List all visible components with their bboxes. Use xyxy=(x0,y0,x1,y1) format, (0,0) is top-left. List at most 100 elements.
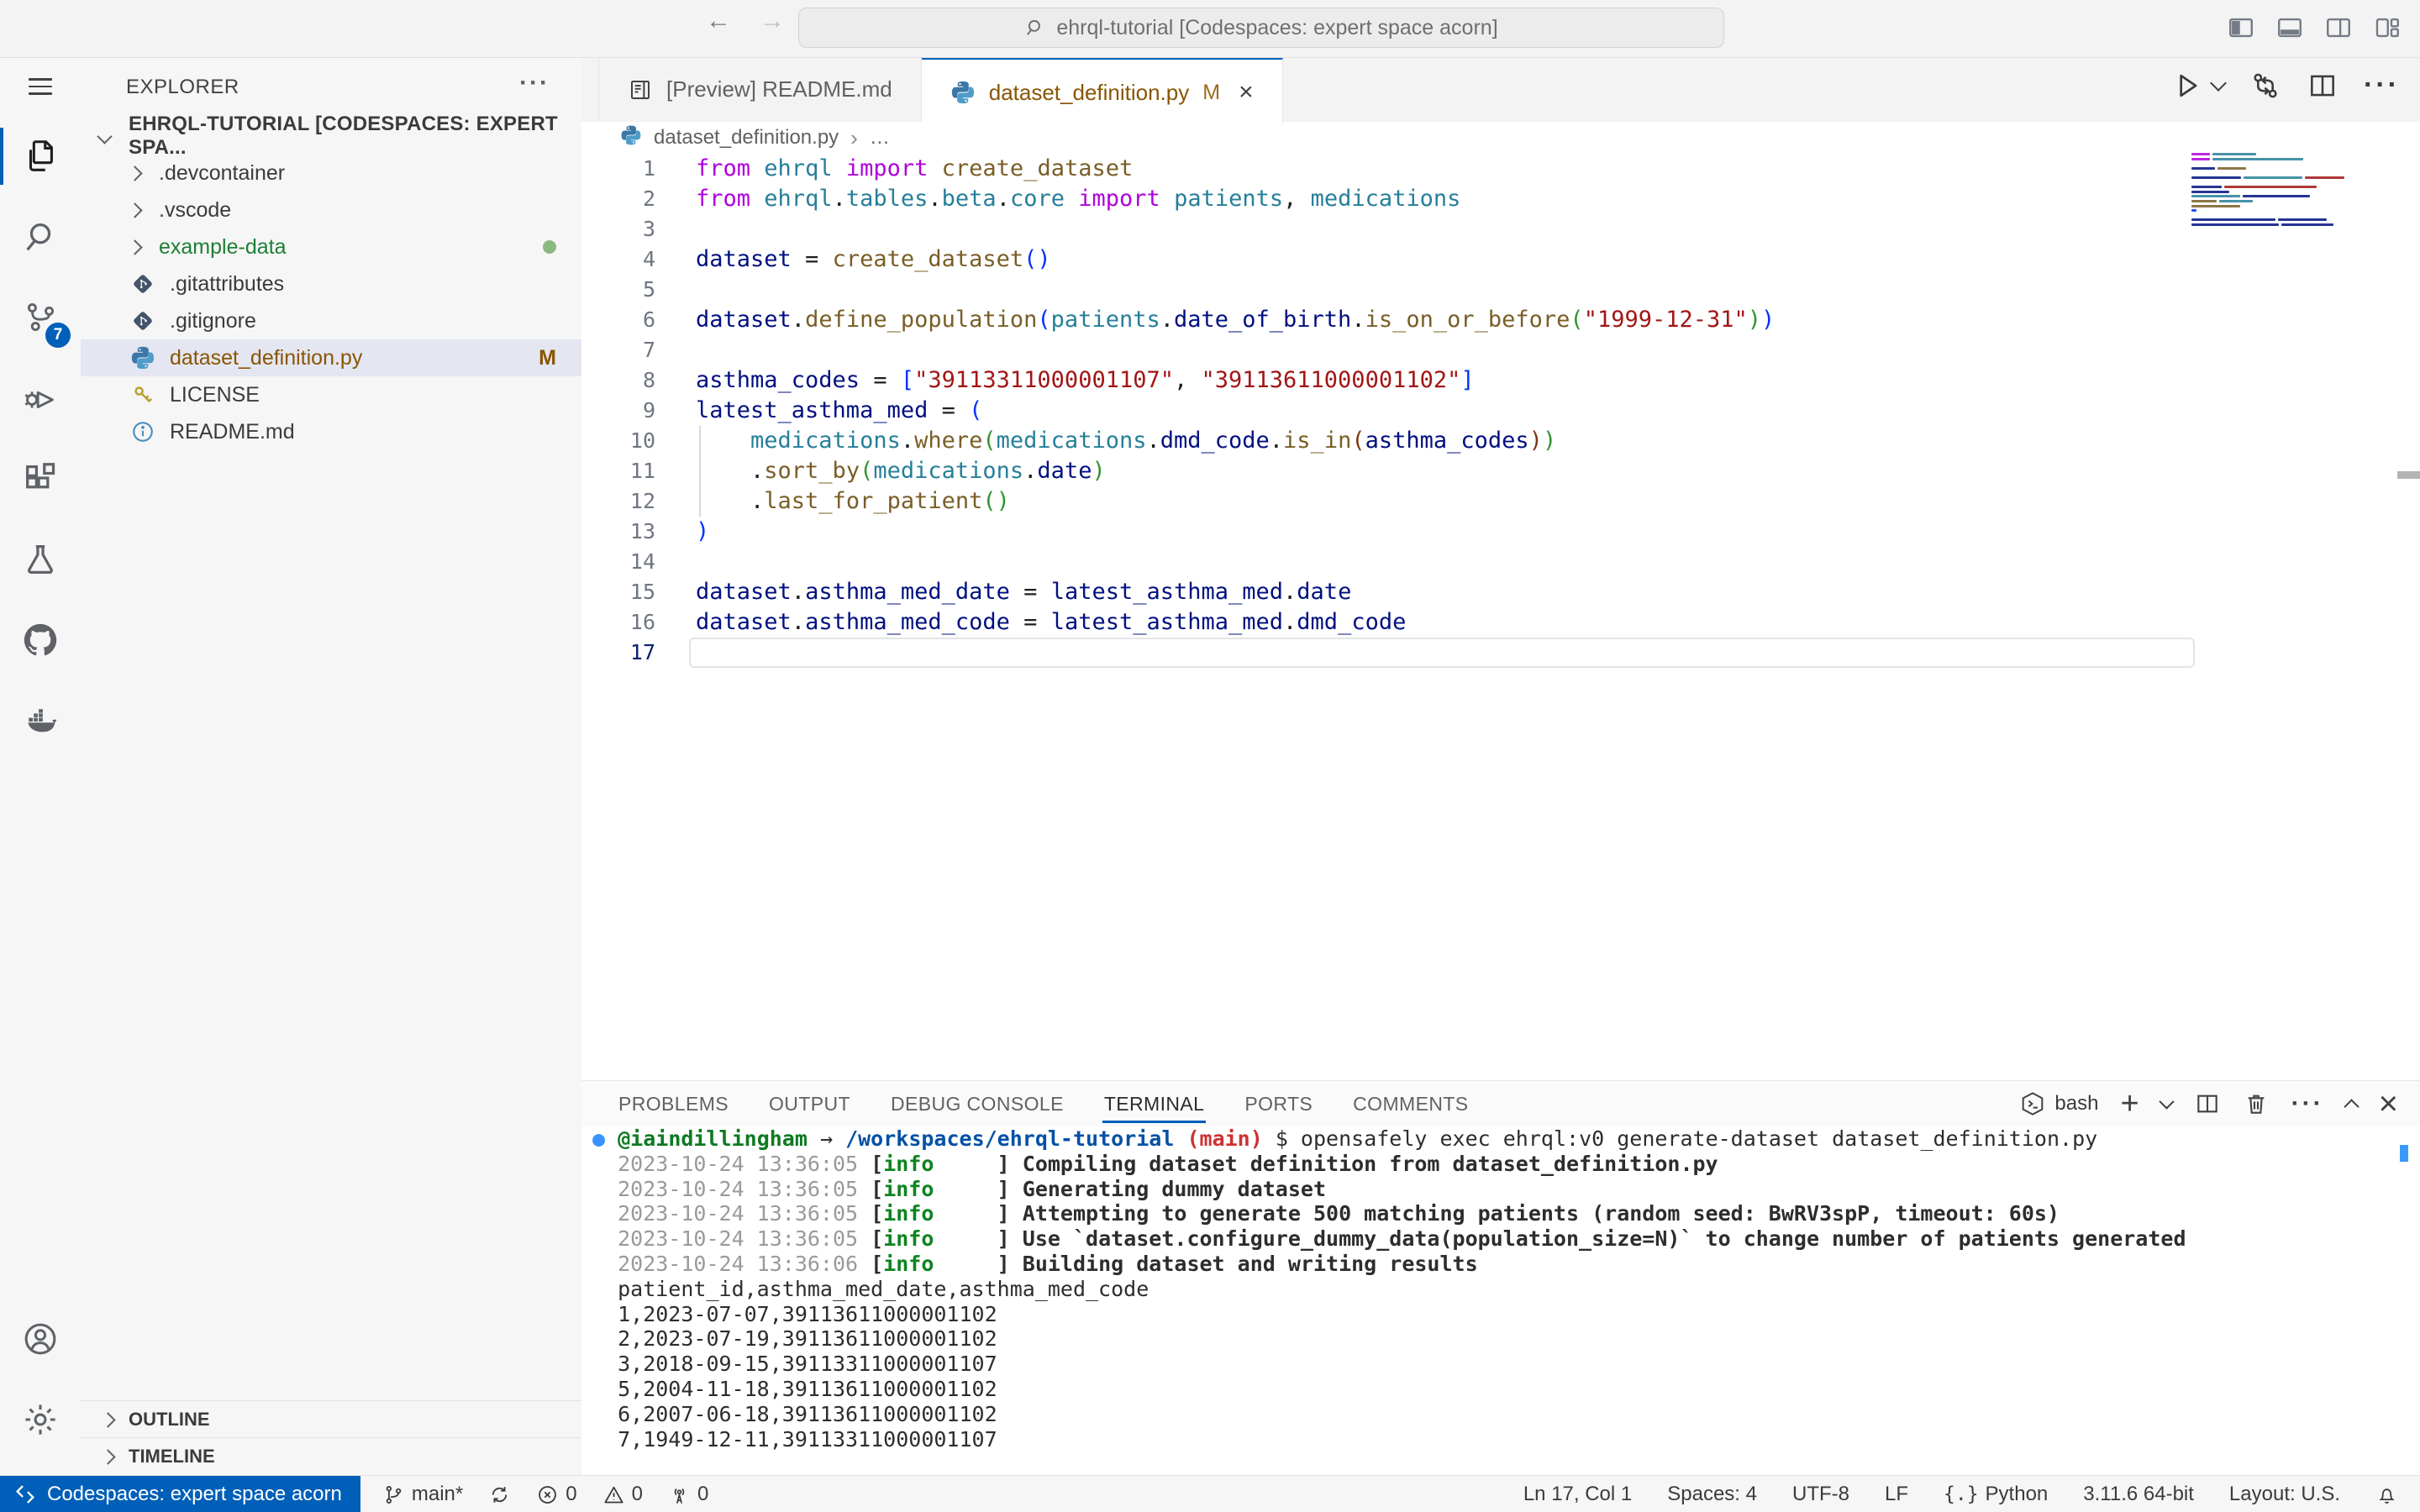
toggle-secondary-sidebar-icon[interactable] xyxy=(2324,13,2353,42)
run-dropdown-chevron-icon[interactable] xyxy=(2210,75,2227,92)
tree-item-ehrql-tutorial-codespaces-expert-spa[interactable]: EHRQL-TUTORIAL [CODESPACES: EXPERT SPA..… xyxy=(81,118,581,155)
status-indentation[interactable]: Spaces: 4 xyxy=(1667,1483,1757,1506)
nav-back-button[interactable]: ← xyxy=(706,7,731,35)
run-python-file-button[interactable] xyxy=(2170,70,2202,102)
status-language[interactable]: {.}Python xyxy=(1944,1483,2048,1506)
status-ports[interactable]: 0 xyxy=(668,1483,708,1506)
activity-bar-item-run-debug[interactable] xyxy=(0,358,81,438)
status-interpreter-label: 3.11.6 64-bit xyxy=(2083,1483,2194,1506)
close-panel-icon[interactable]: × xyxy=(2379,1087,2398,1121)
tab-preview-readme-md[interactable]: [Preview] README.md xyxy=(598,57,922,122)
tree-item-license[interactable]: LICENSE xyxy=(81,376,581,413)
breadcrumb[interactable]: dataset_definition.py › … xyxy=(581,122,2420,154)
panel-tab-terminal[interactable]: TERMINAL xyxy=(1084,1081,1225,1126)
command-center-search[interactable]: ehrql-tutorial [Codespaces: expert space… xyxy=(798,8,1724,48)
explorer-actions-button[interactable]: ··· xyxy=(519,69,550,97)
line-number: 7 xyxy=(581,335,655,365)
activity-bar-item-account[interactable] xyxy=(0,1299,81,1379)
panel-tab-ports[interactable]: PORTS xyxy=(1224,1081,1333,1126)
application-menu-button[interactable] xyxy=(29,57,52,116)
github-icon xyxy=(21,621,60,659)
tree-item-devcontainer[interactable]: .devcontainer xyxy=(81,155,581,192)
split-editor-icon[interactable] xyxy=(2307,70,2338,102)
code-line-17: 17 xyxy=(581,638,2420,668)
activity-bar-item-extensions[interactable] xyxy=(0,438,81,519)
open-changes-icon[interactable] xyxy=(2249,70,2281,102)
status-errors[interactable]: 0 xyxy=(536,1483,576,1506)
tree-item-vscode[interactable]: .vscode xyxy=(81,192,581,228)
git-file-icon xyxy=(129,270,156,297)
panel-tab-problems[interactable]: PROBLEMS xyxy=(598,1081,749,1126)
code-line-7: 7 xyxy=(581,335,2420,365)
braces-icon: {.} xyxy=(1944,1483,1979,1505)
tree-item-gitattributes[interactable]: .gitattributes xyxy=(81,265,581,302)
tree-item-example-data[interactable]: example-data xyxy=(81,228,581,265)
tab-dataset-definition-py[interactable]: dataset_definition.pyM× xyxy=(922,57,1283,125)
code-text: medications.where(medications.dmd_code.i… xyxy=(655,426,1556,456)
terminal-icon xyxy=(2019,1090,2046,1117)
python-icon xyxy=(950,80,976,105)
bottom-panel: PROBLEMSOUTPUTDEBUG CONSOLETERMINALPORTS… xyxy=(581,1080,2420,1476)
terminal-scrollbar[interactable] xyxy=(2400,1145,2408,1162)
activity-bar-item-docker[interactable] xyxy=(0,680,81,761)
terminal-profile[interactable]: bash xyxy=(2019,1090,2098,1117)
new-terminal-icon[interactable]: + xyxy=(2120,1086,2139,1122)
activity-bar-item-search[interactable] xyxy=(0,197,81,277)
line-number: 12 xyxy=(581,486,655,517)
nav-forward-button[interactable]: → xyxy=(760,7,785,35)
git-modified-badge: M xyxy=(539,346,556,370)
status-errors-label: 0 xyxy=(566,1483,576,1506)
breadcrumb-more[interactable]: … xyxy=(870,126,890,150)
line-number: 4 xyxy=(581,244,655,275)
line-number: 13 xyxy=(581,517,655,547)
timeline-section[interactable]: TIMELINE xyxy=(81,1437,581,1475)
kill-terminal-icon[interactable] xyxy=(2243,1090,2270,1117)
chevron-right-icon xyxy=(127,165,142,181)
panel-more-actions-icon[interactable]: ··· xyxy=(2291,1089,2324,1118)
more-actions-icon[interactable]: ··· xyxy=(2364,69,2400,102)
info-file-icon xyxy=(129,418,156,445)
remote-indicator[interactable]: Codespaces: expert space acorn xyxy=(0,1476,360,1512)
tree-item-readme-md[interactable]: README.md xyxy=(81,413,581,450)
status-cursor-position[interactable]: Ln 17, Col 1 xyxy=(1523,1483,1632,1506)
tree-item-label: .gitattributes xyxy=(170,272,284,297)
tree-item-label: .devcontainer xyxy=(159,161,285,186)
customize-layout-icon[interactable] xyxy=(2373,13,2402,42)
minimap[interactable] xyxy=(2191,153,2344,213)
code-editor[interactable]: 1from ehrql import create_dataset2from e… xyxy=(581,154,2420,1080)
status-warnings[interactable]: 0 xyxy=(602,1483,643,1506)
split-terminal-icon[interactable] xyxy=(2194,1090,2221,1117)
activity-bar-item-testing[interactable] xyxy=(0,519,81,600)
panel-tab-output[interactable]: OUTPUT xyxy=(749,1081,871,1126)
editor-tab-bar: [Preview] README.mddataset_definition.py… xyxy=(581,57,2420,123)
explorer-sidebar: EXPLORER ··· EHRQL-TUTORIAL [CODESPACES:… xyxy=(81,57,582,1475)
panel-tab-comments[interactable]: COMMENTS xyxy=(1333,1081,1488,1126)
status-eol[interactable]: LF xyxy=(1885,1483,1908,1506)
toggle-sidebar-icon[interactable] xyxy=(2227,13,2255,42)
activity-bar-item-explorer[interactable] xyxy=(0,116,81,197)
status-keyboard-layout[interactable]: Layout: U.S. xyxy=(2229,1483,2340,1506)
activity-bar-item-source-control[interactable]: 7 xyxy=(0,277,81,358)
close-tab-icon[interactable]: × xyxy=(1239,78,1254,107)
terminal-output[interactable]: ● @iaindillingham → /workspaces/ehrql-tu… xyxy=(581,1126,2420,1476)
status-sync[interactable] xyxy=(488,1483,511,1506)
terminal-dropdown-chevron-icon[interactable] xyxy=(2159,1094,2174,1109)
search-icon xyxy=(1024,17,1046,39)
outline-section[interactable]: OUTLINE xyxy=(81,1400,581,1438)
status-notifications[interactable] xyxy=(2375,1483,2398,1506)
maximize-panel-icon[interactable] xyxy=(2344,1099,2359,1114)
status-branch[interactable]: main* xyxy=(382,1483,463,1506)
status-interpreter[interactable]: 3.11.6 64-bit xyxy=(2083,1483,2194,1506)
panel-tab-debug-console[interactable]: DEBUG CONSOLE xyxy=(871,1081,1084,1126)
tree-item-label: example-data xyxy=(159,235,286,260)
tree-item-gitignore[interactable]: .gitignore xyxy=(81,302,581,339)
activity-bar-item-settings[interactable] xyxy=(0,1379,81,1460)
activity-bar-item-github[interactable] xyxy=(0,600,81,680)
branch-icon xyxy=(382,1483,405,1506)
breadcrumb-file[interactable]: dataset_definition.py xyxy=(654,126,839,150)
status-encoding[interactable]: UTF-8 xyxy=(1792,1483,1849,1506)
toggle-panel-icon[interactable] xyxy=(2275,13,2304,42)
code-line-14: 14 xyxy=(581,547,2420,577)
status-ports-label: 0 xyxy=(697,1483,708,1506)
tree-item-dataset-definition-py[interactable]: dataset_definition.pyM xyxy=(81,339,581,376)
